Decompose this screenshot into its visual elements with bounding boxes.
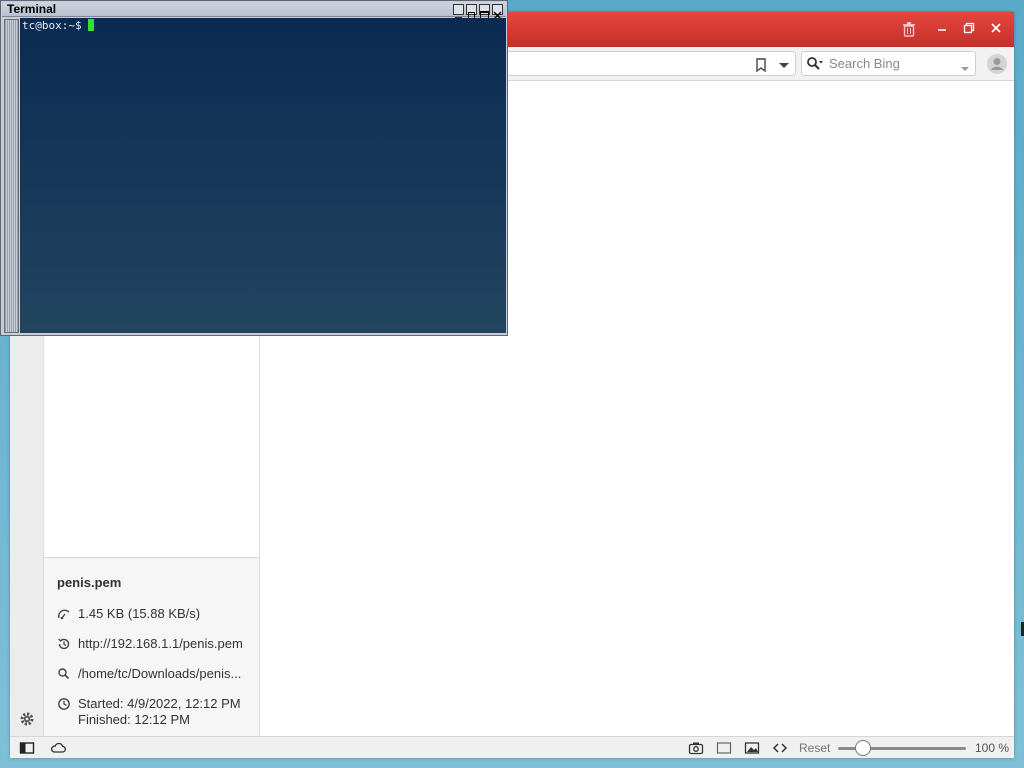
terminal-prompt-line: tc@box:~$ [22,19,94,33]
search-placeholder: Search Bing [829,56,900,71]
history-icon [57,637,71,651]
terminal-title: Terminal [7,2,57,16]
download-started: Started: 4/9/2022, 12:12 PM [78,696,241,711]
download-source-url[interactable]: http://192.168.1.1/penis.pem [78,636,243,651]
terminal-minimize-icon[interactable] [453,4,464,19]
chevron-down-icon[interactable] [776,57,792,73]
magnifier-icon [57,667,71,681]
profile-avatar-icon[interactable] [986,53,1008,75]
search-input[interactable]: Search Bing [801,51,976,76]
zoom-reset-button[interactable]: Reset [799,741,830,755]
maximize-button[interactable] [958,18,980,40]
speed-icon [57,607,71,621]
zoom-slider-thumb[interactable] [855,740,871,756]
code-icon[interactable] [772,740,788,756]
download-finished: Finished: 12:12 PM [78,712,191,727]
status-bar: Reset 100 % [10,736,1014,758]
download-size: 1.45 KB (15.88 KB/s) [78,606,201,621]
terminal-titlebar[interactable]: Terminal [2,2,506,20]
terminal-restore-icon[interactable] [466,4,477,19]
camera-icon[interactable] [688,740,704,756]
zoom-level-label: 100 % [975,741,1010,755]
terminal-window: Terminal tc@box:~$ [0,0,508,336]
close-button[interactable] [985,18,1007,40]
gear-icon[interactable] [19,711,35,727]
download-path[interactable]: /home/tc/Downloads/penis... [78,666,241,681]
search-icon [806,56,824,72]
minimize-button[interactable] [931,18,953,40]
trash-icon[interactable] [898,18,920,40]
window-icon[interactable] [716,740,732,756]
bookmark-icon[interactable] [753,57,769,73]
terminal-body[interactable]: tc@box:~$ [20,18,506,333]
terminal-scrollbar[interactable] [4,19,19,333]
clock-icon [57,697,71,711]
terminal-close-icon[interactable] [492,4,503,20]
search-engine-chevron-icon[interactable] [960,59,970,71]
terminal-maximize-icon[interactable] [479,4,490,20]
cloud-icon[interactable] [50,740,66,756]
panel-toggle-icon[interactable] [19,740,35,756]
image-icon[interactable] [744,740,760,756]
terminal-cursor [87,19,94,31]
download-filename: penis.pem [57,575,122,590]
terminal-prompt: tc@box:~$ [22,19,82,32]
download-details[interactable]: penis.pem 1.45 KB (15.88 KB/s) http://19… [44,557,259,736]
